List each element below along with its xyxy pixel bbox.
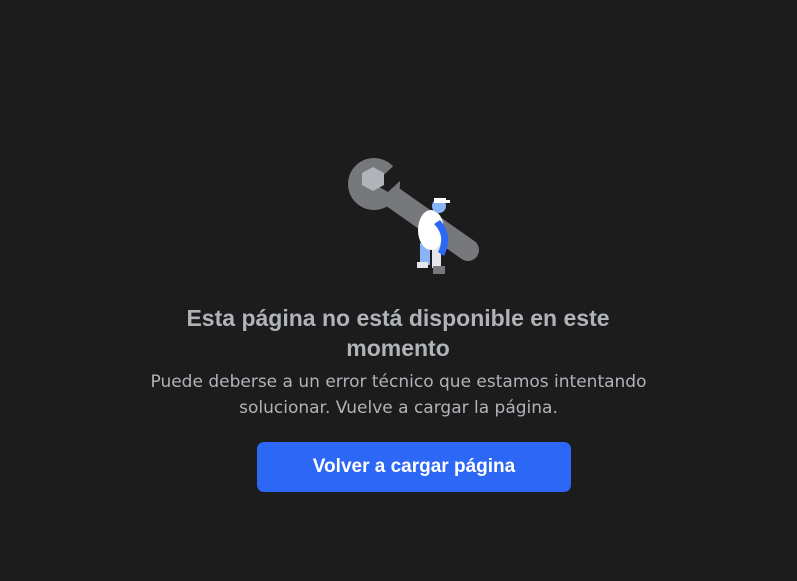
error-page: Esta página no está disponible en este m… (0, 0, 797, 581)
error-description: Puede deberse a un error técnico que est… (150, 372, 647, 418)
wrench-icon (348, 158, 479, 261)
page-title: Esta página no está disponible en este m… (186, 305, 610, 361)
reload-page-button[interactable]: Volver a cargar página (257, 442, 571, 492)
wrench-worker-icon (340, 148, 490, 282)
